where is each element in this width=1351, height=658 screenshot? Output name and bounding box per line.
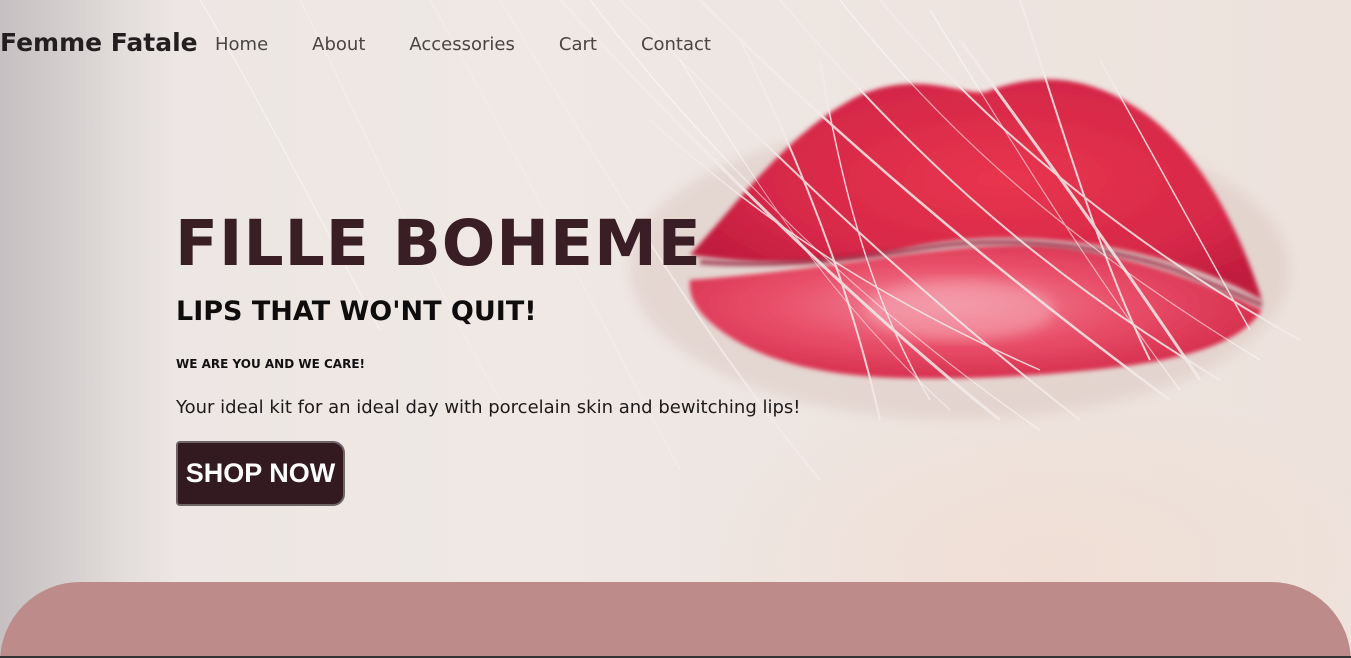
hero-section: Femme Fatale Home About Accessories Cart…	[0, 0, 1351, 658]
nav-link-contact[interactable]: Contact	[641, 34, 711, 55]
hero-headline: FILLE BOHEME	[175, 207, 702, 280]
nav-link-cart[interactable]: Cart	[559, 34, 597, 55]
brand-logo[interactable]: Femme Fatale	[0, 28, 198, 57]
hero-tagline: WE ARE YOU AND WE CARE!	[176, 357, 365, 371]
hero-description: Your ideal kit for an ideal day with por…	[176, 397, 801, 418]
nav-link-accessories[interactable]: Accessories	[409, 34, 515, 55]
nav-link-about[interactable]: About	[312, 34, 365, 55]
main-nav: Home About Accessories Cart Contact	[215, 34, 755, 55]
next-section-curve	[0, 582, 1351, 658]
hero-subheadline: LIPS THAT WO'NT QUIT!	[176, 296, 537, 327]
shop-now-button[interactable]: SHOP NOW	[176, 441, 345, 506]
nav-link-home[interactable]: Home	[215, 34, 268, 55]
hero-lips-image	[199, 0, 1301, 481]
